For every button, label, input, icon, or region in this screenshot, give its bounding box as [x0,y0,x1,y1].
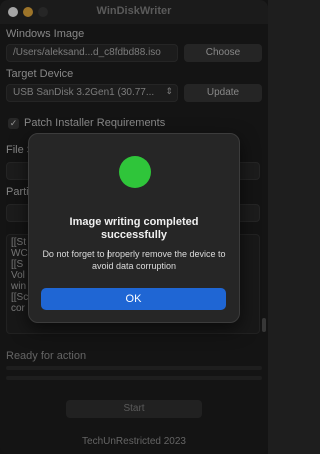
dialog-title: Image writing completed successfully [69,216,199,241]
text-cursor-icon: I [107,249,110,260]
dialog-message: Do not forget to properly remove the dev… [42,249,226,271]
completion-dialog: Image writing completed successfully Do … [28,133,240,323]
success-status-icon [119,156,151,188]
ok-button[interactable]: OK [41,288,226,310]
